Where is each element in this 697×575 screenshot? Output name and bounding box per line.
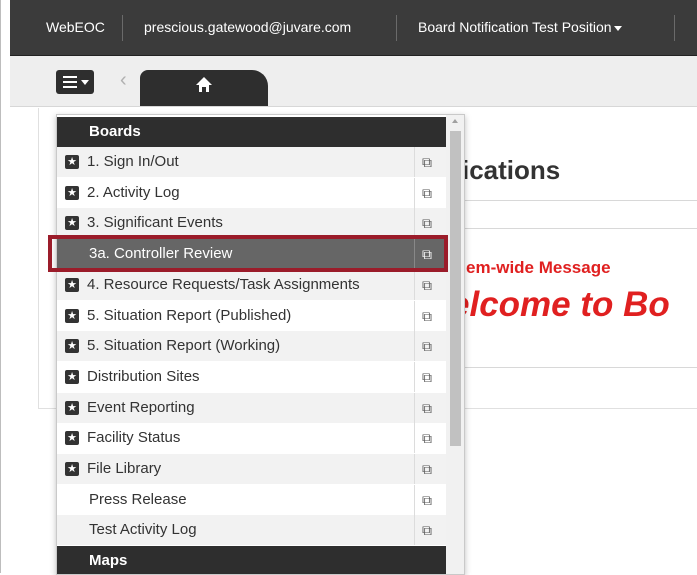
menu-item[interactable]: ★ 3. Significant Events ⧉: [57, 208, 446, 239]
menu-scrollbar[interactable]: [446, 115, 464, 574]
menu-item-divider: [414, 515, 415, 546]
menu-item[interactable]: ★ Facility Status ⧉: [57, 423, 446, 454]
scroll-up-icon[interactable]: [452, 119, 458, 123]
welcome-message: elcome to Bo: [450, 285, 670, 324]
favorite-star-icon[interactable]: ★: [65, 431, 79, 446]
open-external-icon[interactable]: ⧉: [422, 485, 432, 515]
menu-item-label: Distribution Sites: [87, 367, 200, 385]
menu-item[interactable]: ★ Distribution Sites ⧉: [57, 361, 446, 392]
menu-item-divider: [414, 177, 415, 208]
favorite-star-icon[interactable]: ★: [65, 277, 79, 292]
app-name-link[interactable]: WebEOC: [46, 0, 105, 55]
menu-item-divider: [414, 392, 415, 423]
menu-section-header: Maps: [57, 546, 446, 574]
menu-item[interactable]: ★ File Library ⧉: [57, 454, 446, 484]
open-external-icon[interactable]: ⧉: [422, 208, 432, 238]
menu-item-divider: [414, 484, 415, 515]
home-icon: [196, 77, 212, 93]
menu-item-label: 5. Situation Report (Published): [87, 306, 292, 324]
menu-item-divider: [414, 208, 415, 239]
navbar-divider: [674, 15, 675, 41]
divider: [447, 367, 697, 368]
menu-item-label: 4. Resource Requests/Task Assignments: [87, 275, 360, 293]
favorite-star-icon[interactable]: ★: [65, 339, 79, 354]
system-message-heading: em-wide Message: [466, 258, 611, 277]
open-external-icon[interactable]: ⧉: [422, 301, 432, 331]
open-external-icon[interactable]: ⧉: [422, 423, 432, 453]
menu-item-divider: [414, 147, 415, 177]
position-label: Board Notification Test Position: [418, 19, 612, 35]
position-dropdown[interactable]: Board Notification Test Position: [418, 0, 622, 55]
favorite-star-icon[interactable]: ★: [65, 155, 79, 169]
user-email-link[interactable]: prescious.gatewood@juvare.com: [144, 0, 351, 55]
open-external-icon[interactable]: ⧉: [422, 362, 432, 392]
favorite-star-icon[interactable]: ★: [65, 462, 79, 476]
open-external-icon[interactable]: ⧉: [422, 393, 432, 423]
tab-home[interactable]: [140, 70, 268, 106]
menu-item-divider: [414, 331, 415, 362]
navbar-divider: [396, 15, 397, 41]
hamburger-menu-icon: [63, 76, 77, 88]
menu-item[interactable]: ★ Event Reporting ⧉: [57, 392, 446, 423]
favorite-star-icon[interactable]: ★: [65, 185, 79, 200]
scrollbar-thumb[interactable]: [450, 131, 461, 446]
menu-item-label: Facility Status: [87, 429, 181, 447]
open-external-icon[interactable]: ⧉: [422, 270, 432, 300]
open-external-icon[interactable]: ⧉: [422, 147, 432, 177]
open-external-icon[interactable]: ⧉: [422, 331, 432, 361]
menu-item-label: 5. Situation Report (Working): [87, 337, 281, 355]
page-title: ications: [462, 155, 561, 185]
menu-item[interactable]: ★ 5. Situation Report (Working) ⧉: [57, 331, 446, 362]
favorite-star-icon[interactable]: ★: [65, 308, 79, 323]
menu-item-divider: [414, 361, 415, 392]
menu-section-header: Boards: [57, 117, 446, 147]
divider: [447, 228, 697, 229]
menu-item-divider: [414, 454, 415, 484]
menu-item-divider: [414, 423, 415, 454]
chevron-left-icon[interactable]: ‹: [120, 68, 127, 92]
favorite-star-icon[interactable]: ★: [65, 216, 79, 231]
menu-item-divider: [414, 300, 415, 331]
favorite-star-icon[interactable]: ★: [65, 369, 79, 384]
chevron-down-icon: [613, 25, 622, 31]
chevron-down-icon: [81, 80, 89, 85]
menu-item[interactable]: Test Activity Log ⧉: [57, 515, 446, 546]
menu-item-label: Test Activity Log: [89, 521, 197, 539]
menu-item-label: 3. Significant Events: [87, 214, 223, 232]
window-edge: [0, 0, 1, 573]
menu-item-label: Press Release: [89, 490, 187, 508]
main-menu-button[interactable]: [56, 70, 94, 94]
divider: [447, 200, 697, 201]
toolbar: ‹: [10, 56, 697, 107]
menu-item-label: File Library: [87, 460, 162, 477]
menu-item-label: Event Reporting: [87, 398, 195, 416]
favorite-star-icon[interactable]: ★: [65, 400, 79, 415]
menu-item[interactable]: ★ 4. Resource Requests/Task Assignments ⧉: [57, 269, 446, 300]
menu-item-divider: [414, 269, 415, 300]
menu-item-label: 2. Activity Log: [87, 183, 180, 201]
main-menu-dropdown: Boards ★ 1. Sign In/Out ⧉ ★ 2. Activity Log ⧉ ★…: [56, 114, 465, 575]
open-external-icon[interactable]: ⧉: [422, 178, 432, 208]
menu-item[interactable]: ★ 5. Situation Report (Published) ⧉: [57, 300, 446, 331]
open-external-icon[interactable]: ⧉: [422, 515, 432, 545]
menu-item[interactable]: ★ 1. Sign In/Out ⧉: [57, 147, 446, 177]
menu-item[interactable]: Press Release ⧉: [57, 484, 446, 515]
open-external-icon[interactable]: ⧉: [422, 454, 432, 484]
highlight-annotation: [48, 235, 448, 272]
menu-item[interactable]: ★ 2. Activity Log ⧉: [57, 177, 446, 208]
top-navbar: WebEOC prescious.gatewood@juvare.com Boa…: [10, 0, 697, 56]
menu-item-label: 1. Sign In/Out: [87, 153, 179, 170]
navbar-divider: [122, 15, 123, 41]
